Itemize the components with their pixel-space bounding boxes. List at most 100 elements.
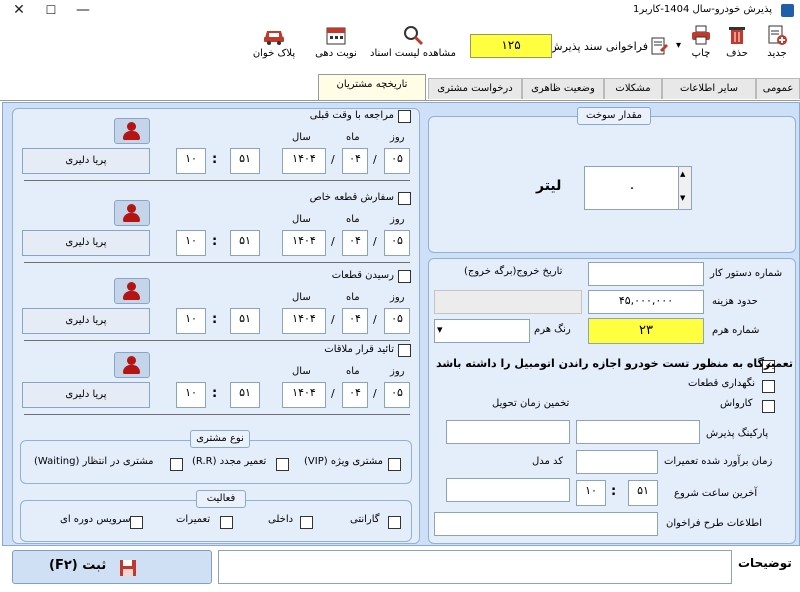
close-button[interactable]: ✕ <box>4 0 34 22</box>
minute-input[interactable]: ۵۱ <box>230 148 260 174</box>
keep-parts-checkbox[interactable] <box>762 380 775 393</box>
tab-customer-request[interactable]: درخواست مشتری <box>428 78 522 99</box>
year-input[interactable]: ۱۴۰۴ <box>282 382 326 408</box>
hour-input[interactable]: ۱۰ <box>176 308 206 334</box>
model-code-input[interactable] <box>446 478 570 502</box>
hash-color-label: رنگ هرم <box>534 324 571 335</box>
day-input[interactable]: ۰۵ <box>384 230 410 256</box>
tab-problems[interactable]: مشکلات <box>604 78 662 99</box>
hash-number-input[interactable]: ۲۳ <box>588 318 704 344</box>
parking-input[interactable] <box>576 420 700 444</box>
delete-button[interactable]: حذف <box>722 24 752 68</box>
spin-up-icon[interactable]: ▲ <box>680 170 685 178</box>
periodic-label: سرویس دوره ای <box>60 514 131 525</box>
repairs-checkbox[interactable] <box>220 516 233 529</box>
tab-general[interactable]: عمومی <box>756 78 800 99</box>
day-header: روز <box>390 292 405 303</box>
user-avatar-button[interactable] <box>114 200 150 226</box>
time-colon: : <box>212 234 218 249</box>
recall-plan-input[interactable] <box>434 512 658 536</box>
save-button[interactable]: ثبت (F۲) <box>12 550 212 584</box>
hour-input[interactable]: ۱۰ <box>176 148 206 174</box>
work-order-input[interactable] <box>588 262 704 286</box>
estimated-delivery-label: تخمین زمان تحویل <box>492 398 570 409</box>
activity-title: فعالیت <box>196 490 246 508</box>
tab-customer-history[interactable]: تاریخچه مشتریان <box>318 74 426 100</box>
history-checkbox[interactable] <box>398 270 411 283</box>
carwash-checkbox[interactable] <box>762 400 775 413</box>
person-body-icon <box>123 291 140 300</box>
user-name-button[interactable]: پریا دلیری <box>22 382 150 408</box>
vip-checkbox[interactable] <box>388 458 401 471</box>
cost-limit-input[interactable]: ۴۵,۰۰۰,۰۰۰ <box>588 290 704 314</box>
row-separator <box>24 414 410 415</box>
exit-date-label: تاریخ خروج(برگه خروج) <box>464 266 563 277</box>
day-input[interactable]: ۰۵ <box>384 148 410 174</box>
day-input[interactable]: ۰۵ <box>384 382 410 408</box>
user-name-button[interactable]: پریا دلیری <box>22 230 150 256</box>
rr-checkbox[interactable] <box>276 458 289 471</box>
fuel-value[interactable]: ۰ <box>584 166 680 210</box>
history-checkbox[interactable] <box>398 344 411 357</box>
spin-down-icon[interactable]: ▼ <box>680 194 685 202</box>
minute-input[interactable]: ۵۱ <box>230 382 260 408</box>
print-dropdown-arrow[interactable]: ▾ <box>676 40 681 51</box>
new-button[interactable]: جدید <box>760 24 794 68</box>
hour-input[interactable]: ۱۰ <box>176 382 206 408</box>
date-slash: / <box>331 153 335 166</box>
user-name-button[interactable]: پریا دلیری <box>22 308 150 334</box>
last-start-hour[interactable]: ۱۰ <box>576 480 606 506</box>
recall-document-icon[interactable] <box>650 36 668 58</box>
fuel-title: مقدار سوخت <box>577 107 651 125</box>
last-start-label: آخرین ساعت شروع <box>674 488 758 499</box>
parking-label: پارکینگ پذیرش <box>706 428 769 439</box>
user-avatar-button[interactable] <box>114 278 150 304</box>
history-checkbox[interactable] <box>398 192 411 205</box>
year-input[interactable]: ۱۴۰۴ <box>282 308 326 334</box>
person-body-icon <box>123 131 140 140</box>
plate-reader-label: پلاک خوان <box>252 48 296 59</box>
estimated-repair-input[interactable] <box>576 450 658 474</box>
minimize-button[interactable]: — <box>68 0 98 22</box>
document-number[interactable]: ۱۲۵ <box>470 34 552 58</box>
new-document-icon <box>768 25 787 45</box>
date-slash: / <box>331 313 335 326</box>
waiting-checkbox[interactable] <box>170 458 183 471</box>
day-header: روز <box>390 214 405 225</box>
last-start-minute[interactable]: ۵۱ <box>628 480 658 506</box>
turn-button[interactable]: نوبت دهی <box>312 24 360 68</box>
date-slash: / <box>373 313 377 326</box>
date-slash: / <box>373 235 377 248</box>
window-title: پذیرش خودرو-سال 1404-کاربر1 <box>632 4 772 15</box>
user-name-button[interactable]: پریا دلیری <box>22 148 150 174</box>
trash-icon <box>729 27 745 44</box>
month-input[interactable]: ۰۴ <box>342 382 368 408</box>
hour-input[interactable]: ۱۰ <box>176 230 206 256</box>
history-checkbox[interactable] <box>398 110 411 123</box>
tab-other-info[interactable]: سایر اطلاعات <box>662 78 756 99</box>
view-list-button[interactable]: مشاهده لیست اسناد <box>368 24 458 68</box>
maximize-button[interactable]: ☐ <box>36 0 66 22</box>
minute-input[interactable]: ۵۱ <box>230 230 260 256</box>
internal-checkbox[interactable] <box>300 516 313 529</box>
day-input[interactable]: ۰۵ <box>384 308 410 334</box>
tab-appearance[interactable]: وضعیت ظاهری <box>522 78 604 99</box>
year-input[interactable]: ۱۴۰۴ <box>282 148 326 174</box>
print-button[interactable]: چاپ <box>686 24 716 68</box>
plate-reader-button[interactable]: پلاک خوان <box>246 24 302 68</box>
user-avatar-button[interactable] <box>114 352 150 378</box>
estimated-delivery-input[interactable] <box>446 420 570 444</box>
periodic-checkbox[interactable] <box>130 516 143 529</box>
estimated-repair-label: زمان برآورد شده تعمیرات <box>664 456 773 467</box>
month-header: ماه <box>346 214 360 225</box>
month-input[interactable]: ۰۴ <box>342 308 368 334</box>
warranty-checkbox[interactable] <box>388 516 401 529</box>
notes-input[interactable] <box>218 550 732 584</box>
recall-document-label[interactable]: فراخوانی سند پذیرش <box>549 40 648 53</box>
year-input[interactable]: ۱۴۰۴ <box>282 230 326 256</box>
month-input[interactable]: ۰۴ <box>342 230 368 256</box>
hash-color-combo[interactable]: ▾ <box>434 319 530 343</box>
month-input[interactable]: ۰۴ <box>342 148 368 174</box>
minute-input[interactable]: ۵۱ <box>230 308 260 334</box>
user-avatar-button[interactable] <box>114 118 150 144</box>
